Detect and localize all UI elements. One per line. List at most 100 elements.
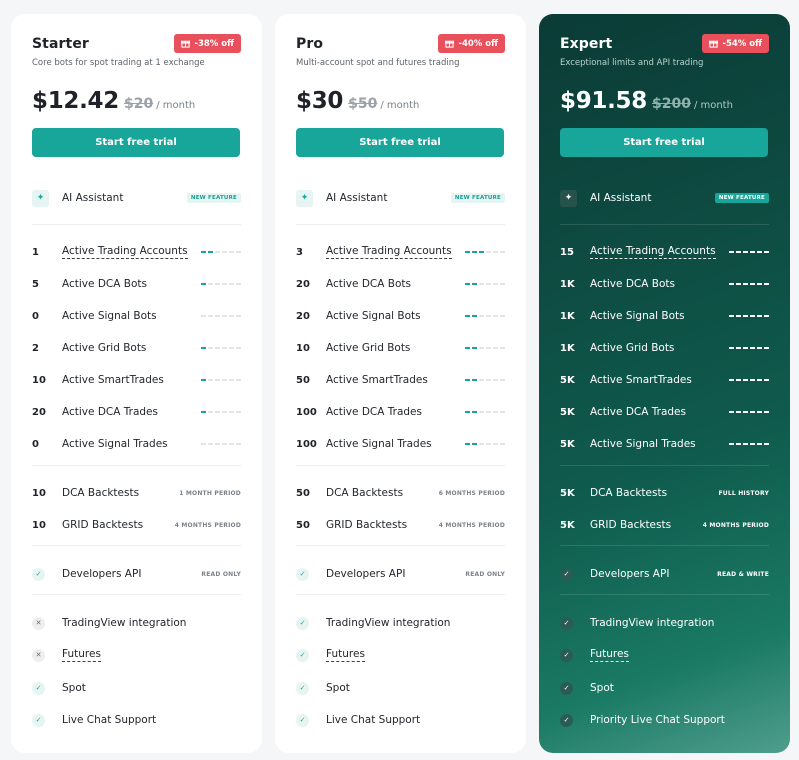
price-period: / month bbox=[693, 100, 733, 111]
limit-row: 10 Active SmartTrades bbox=[32, 371, 241, 389]
api-row: ✓ Developers API READ ONLY bbox=[296, 565, 505, 583]
level-segment bbox=[729, 283, 734, 285]
backtest-label: GRID Backtests bbox=[326, 519, 408, 531]
level-segment bbox=[500, 315, 505, 317]
backtest-value: 50 bbox=[296, 487, 310, 499]
level-segment bbox=[222, 411, 227, 413]
level-bar bbox=[465, 379, 505, 381]
feature-label[interactable]: Futures bbox=[590, 648, 629, 662]
gift-icon bbox=[181, 39, 191, 48]
price-row: $12.42 $20/ month bbox=[32, 88, 241, 118]
level-segment bbox=[750, 379, 755, 381]
limit-value: 20 bbox=[32, 406, 46, 418]
level-segment bbox=[222, 379, 227, 381]
level-segment bbox=[229, 251, 234, 253]
level-segment bbox=[750, 315, 755, 317]
limit-row: 20 Active Signal Bots bbox=[296, 307, 505, 325]
level-segment bbox=[222, 251, 227, 253]
level-bar bbox=[465, 315, 505, 317]
start-free-trial-button[interactable]: Start free trial bbox=[32, 128, 240, 157]
level-segment bbox=[757, 379, 762, 381]
check-icon: ✓ bbox=[560, 567, 573, 581]
level-segment bbox=[472, 315, 477, 317]
level-segment bbox=[222, 283, 227, 285]
limit-value: 100 bbox=[296, 406, 317, 418]
limit-row: 1K Active Signal Bots bbox=[560, 307, 769, 325]
limit-label[interactable]: Active Trading Accounts bbox=[326, 245, 452, 259]
plan-subtitle: Exceptional limits and API trading bbox=[560, 58, 704, 68]
limit-value: 100 bbox=[296, 438, 317, 450]
level-bar bbox=[465, 443, 505, 445]
limit-value: 2 bbox=[32, 342, 39, 354]
level-segment bbox=[465, 347, 470, 349]
level-segment bbox=[493, 379, 498, 381]
plan-header: Expert Exceptional limits and API trading… bbox=[560, 34, 769, 70]
level-segment bbox=[757, 347, 762, 349]
limit-row: 20 Active DCA Bots bbox=[296, 275, 505, 293]
level-segment bbox=[222, 347, 227, 349]
feature-row: ✕ Futures bbox=[32, 646, 241, 664]
backtest-period: 1 MONTH PERIOD bbox=[179, 489, 241, 497]
price-period: / month bbox=[156, 100, 196, 111]
level-segment bbox=[208, 283, 213, 285]
backtest-value: 10 bbox=[32, 519, 46, 531]
ai-assistant-label: AI Assistant bbox=[590, 192, 652, 204]
limit-label: Active SmartTrades bbox=[326, 374, 428, 386]
level-segment bbox=[493, 411, 498, 413]
check-icon: ✓ bbox=[296, 681, 309, 695]
limit-label[interactable]: Active Trading Accounts bbox=[62, 245, 188, 259]
backtest-period: 4 MONTHS PERIOD bbox=[174, 521, 241, 529]
level-segment bbox=[743, 347, 748, 349]
feature-label[interactable]: Futures bbox=[62, 648, 101, 662]
level-segment bbox=[479, 443, 484, 445]
level-bar bbox=[729, 315, 769, 317]
backtest-value: 5K bbox=[560, 487, 575, 499]
check-icon: ✓ bbox=[32, 681, 45, 695]
start-free-trial-button[interactable]: Start free trial bbox=[560, 128, 768, 157]
feature-label: Spot bbox=[62, 682, 86, 694]
api-label: Developers API bbox=[326, 568, 406, 580]
level-segment bbox=[764, 411, 769, 413]
limit-row: 1 Active Trading Accounts bbox=[32, 243, 241, 261]
level-segment bbox=[486, 379, 491, 381]
level-segment bbox=[472, 379, 477, 381]
plan-card-starter: Starter Core bots for spot trading at 1 e… bbox=[11, 14, 262, 753]
level-segment bbox=[500, 283, 505, 285]
check-icon: ✓ bbox=[560, 681, 573, 695]
level-segment bbox=[486, 347, 491, 349]
check-icon: ✓ bbox=[296, 567, 309, 581]
feature-label: TradingView integration bbox=[62, 617, 187, 629]
divider bbox=[296, 594, 505, 595]
backtest-label: DCA Backtests bbox=[62, 487, 140, 499]
level-segment bbox=[222, 443, 227, 445]
level-segment bbox=[764, 283, 769, 285]
level-bar bbox=[201, 443, 241, 445]
backtest-row: 5K DCA Backtests FULL HISTORY bbox=[560, 484, 769, 502]
limit-label[interactable]: Active Trading Accounts bbox=[590, 245, 716, 259]
level-segment bbox=[465, 379, 470, 381]
level-segment bbox=[465, 411, 470, 413]
feature-label[interactable]: Futures bbox=[326, 648, 365, 662]
backtest-label: DCA Backtests bbox=[326, 487, 404, 499]
limit-value: 5K bbox=[560, 406, 575, 418]
level-segment bbox=[236, 411, 241, 413]
start-free-trial-button[interactable]: Start free trial bbox=[296, 128, 504, 157]
price-row: $91.58 $200/ month bbox=[560, 88, 769, 118]
limit-value: 3 bbox=[296, 246, 303, 258]
level-segment bbox=[201, 315, 206, 317]
check-icon: ✓ bbox=[32, 713, 45, 727]
level-segment bbox=[500, 251, 505, 253]
discount-badge: -40% off bbox=[438, 34, 505, 53]
limit-row: 1K Active Grid Bots bbox=[560, 339, 769, 357]
feature-row: ✓ Spot bbox=[296, 679, 505, 697]
level-segment bbox=[486, 315, 491, 317]
level-segment bbox=[500, 411, 505, 413]
level-segment bbox=[486, 283, 491, 285]
backtest-period: 4 MONTHS PERIOD bbox=[702, 521, 769, 529]
level-segment bbox=[472, 411, 477, 413]
level-segment bbox=[215, 251, 220, 253]
level-segment bbox=[201, 411, 206, 413]
level-segment bbox=[208, 251, 213, 253]
level-segment bbox=[472, 283, 477, 285]
divider bbox=[560, 594, 769, 595]
